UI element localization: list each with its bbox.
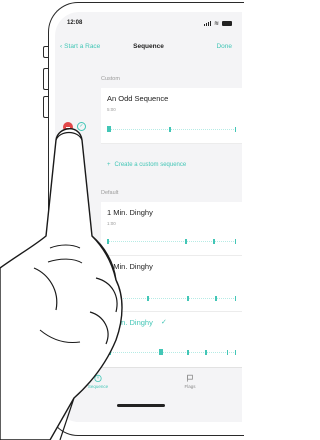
pointing-hand-illustration [0, 128, 123, 440]
